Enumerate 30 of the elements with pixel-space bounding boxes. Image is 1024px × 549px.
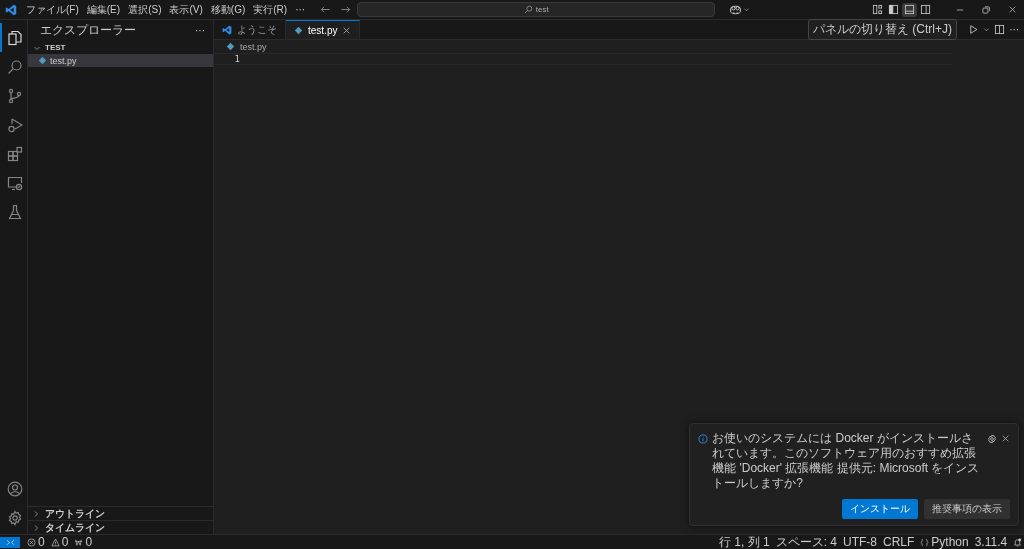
install-button[interactable]: インストール (842, 499, 919, 519)
menu-item[interactable]: 選択(S) (124, 2, 166, 17)
section-header[interactable]: アウトライン (28, 506, 213, 520)
notification-message: お使いのシステムには Docker がインストールされています。このソフトウェア用のおすすめ拡張機能 'Docker' 拡張機能 提供元: Microsoft をインストールしますか? (712, 431, 981, 491)
status-item[interactable]: 0 (47, 535, 72, 549)
status-item[interactable]: 0 (24, 535, 48, 549)
more-actions-button[interactable]: ··· (195, 25, 205, 36)
show-recommendations-button[interactable]: 推奨事項の表示 (924, 499, 1011, 519)
status-item[interactable]: 行 1, 列 1 (715, 535, 773, 549)
status-item[interactable]: CRLF (879, 535, 918, 549)
search-field[interactable]: test (357, 2, 716, 17)
menu-item[interactable]: 編集(E) (82, 2, 125, 17)
line-number: 1 (233, 54, 240, 64)
menu-item[interactable]: ··· (291, 4, 310, 15)
status-item[interactable]: 3.11.4 (971, 535, 1011, 549)
status-item[interactable]: UTF-8 (839, 535, 880, 549)
file-item[interactable]: test.py (28, 54, 213, 67)
status-item[interactable]: スペース: 4 (772, 535, 840, 549)
menu-item[interactable]: 移動(G) (206, 2, 250, 17)
breadcrumb-item[interactable]: test.py (226, 41, 267, 52)
status-item[interactable]: 0 (71, 535, 96, 549)
menu-item[interactable]: ファイル(F) (22, 2, 83, 17)
tooltip: パネルの切り替え (Ctrl+J) (808, 19, 957, 40)
status-item[interactable]: Python (917, 535, 972, 549)
editor-tab[interactable]: test.py (286, 20, 361, 39)
menu-item[interactable]: 実行(R) (249, 2, 292, 17)
folder-row[interactable]: TEST (28, 41, 213, 54)
panel-title: エクスプローラー (40, 22, 136, 39)
menu-item[interactable]: 表示(V) (165, 2, 207, 17)
more-actions-button[interactable]: ··· (1009, 24, 1020, 35)
